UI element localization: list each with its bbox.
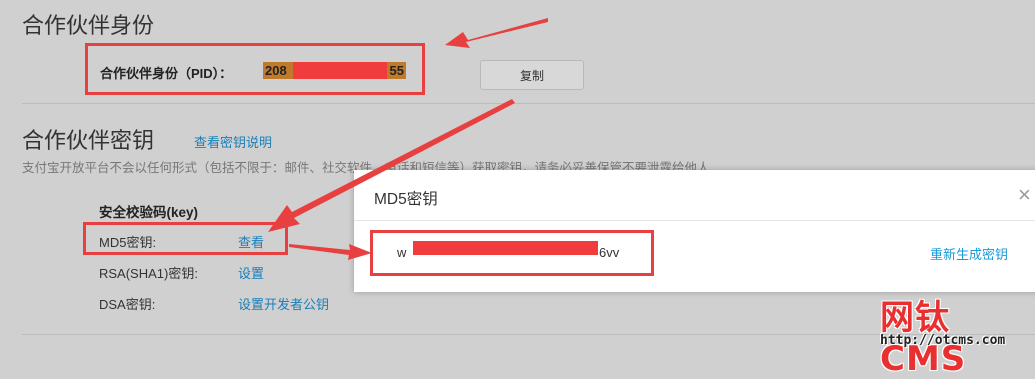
arrow-shape [268, 99, 515, 232]
arrow-shape [289, 244, 372, 260]
arrow-shape [445, 18, 548, 48]
watermark-url: http://otcms.com [880, 333, 1006, 348]
